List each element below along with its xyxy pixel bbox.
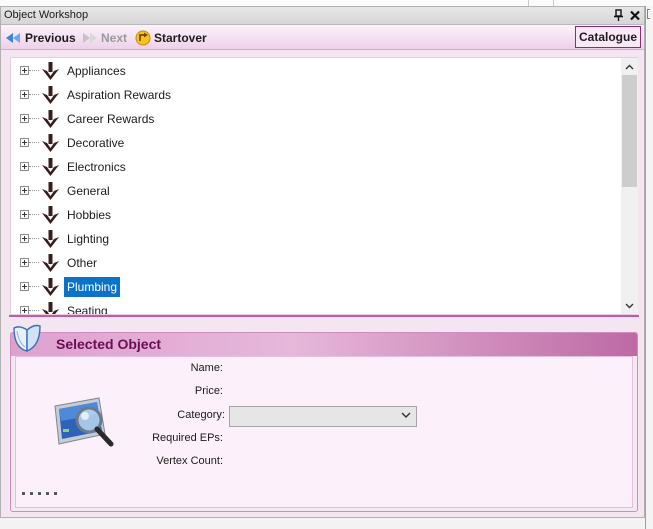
return-arrow-icon [135, 30, 151, 45]
arrow-down-icon [42, 206, 59, 224]
expand-plus-icon[interactable] [20, 162, 29, 171]
category-tree-list: Appliances Aspiration Rewards Career Rewar… [11, 58, 621, 314]
tree-item-label: Hobbies [67, 208, 112, 222]
tree-item-label: General [67, 184, 110, 198]
adjacent-panel-edge [645, 6, 653, 529]
selected-object-title: Selected Object [56, 336, 162, 352]
tree-item[interactable]: Career Rewards [11, 107, 621, 131]
arrow-down-icon [42, 254, 59, 272]
scroll-down-button[interactable] [621, 297, 638, 314]
tree-connector [29, 118, 39, 119]
arrow-down-icon [42, 158, 59, 176]
expand-plus-icon[interactable] [20, 66, 29, 75]
tree-item-label: Decorative [67, 136, 125, 150]
chevron-up-icon [625, 64, 634, 69]
tree-item[interactable]: Seating [11, 299, 621, 314]
expand-plus-icon[interactable] [20, 90, 29, 99]
tree-item[interactable]: Electronics [11, 155, 621, 179]
tree-item-label: Plumbing [64, 277, 121, 297]
open-book-icon [13, 324, 41, 353]
chevron-down-icon [401, 412, 411, 418]
tree-connector [29, 214, 39, 215]
required-eps-label: Required EPs: [152, 432, 223, 444]
wizard-toolbar: Previous Next Startover Catalogue [1, 25, 644, 50]
previous-label: Previous [25, 30, 76, 45]
arrow-down-icon [42, 62, 59, 80]
tree-item[interactable]: Aspiration Rewards [11, 83, 621, 107]
pin-icon [614, 9, 623, 21]
tree-connector [29, 70, 39, 71]
expand-plus-icon[interactable] [20, 258, 29, 267]
title-bar: Object Workshop [1, 7, 644, 25]
tree-connector [29, 94, 39, 95]
tree-item-label: Aspiration Rewards [67, 88, 172, 102]
tree-item[interactable]: Hobbies [11, 203, 621, 227]
tree-item[interactable]: Plumbing [11, 275, 621, 299]
tree-connector [29, 190, 39, 191]
tree-connector [29, 142, 39, 143]
arrow-down-icon [42, 134, 59, 152]
arrow-down-icon [42, 230, 59, 248]
tree-scrollbar[interactable] [621, 58, 638, 314]
tree-item[interactable]: Other [11, 251, 621, 275]
startover-button[interactable]: Startover [134, 29, 207, 46]
arrow-down-icon [42, 110, 59, 128]
chevron-down-icon [625, 303, 634, 308]
previous-button[interactable]: Previous [5, 29, 76, 46]
price-label: Price: [194, 385, 223, 397]
name-label: Name: [190, 362, 223, 374]
tree-item[interactable]: Appliances [11, 59, 621, 83]
selected-object-header: Selected Object [11, 333, 637, 356]
arrow-down-icon [42, 182, 59, 200]
expand-plus-icon[interactable] [20, 210, 29, 219]
next-button[interactable]: Next [81, 29, 127, 46]
category-select[interactable] [229, 406, 417, 427]
vertex-count-label: Vertex Count: [156, 455, 223, 467]
arrow-down-icon [42, 302, 59, 314]
clipped-field-label [22, 492, 72, 495]
category-label: Category: [177, 409, 225, 421]
tree-connector [29, 286, 39, 287]
tree-item-label: Seating [67, 304, 108, 314]
tree-item-label: Electronics [67, 160, 126, 174]
bottom-edge [0, 518, 645, 529]
close-icon [630, 10, 640, 21]
tree-item[interactable]: Lighting [11, 227, 621, 251]
tree-connector [29, 238, 39, 239]
expand-plus-icon[interactable] [20, 234, 29, 243]
expand-plus-icon[interactable] [20, 282, 29, 291]
window-title: Object Workshop [4, 9, 89, 21]
splitter[interactable] [9, 315, 639, 317]
catalogue-button[interactable]: Catalogue [575, 26, 641, 48]
tree-item-label: Appliances [67, 64, 126, 78]
expand-plus-icon[interactable] [20, 306, 29, 314]
double-left-arrow-icon [6, 32, 20, 43]
expand-plus-icon[interactable] [20, 138, 29, 147]
arrow-down-icon [42, 278, 59, 296]
tree-item-label: Other [67, 256, 98, 270]
tree-item[interactable]: Decorative [11, 131, 621, 155]
tree-connector [29, 262, 39, 263]
pin-button[interactable] [611, 8, 627, 23]
tree-connector [29, 166, 39, 167]
tree-item[interactable]: General [11, 179, 621, 203]
expand-plus-icon[interactable] [20, 186, 29, 195]
arrow-down-icon [42, 86, 59, 104]
tree-item-label: Lighting [67, 232, 110, 246]
next-label: Next [101, 30, 128, 45]
tree-item-label: Career Rewards [67, 112, 155, 126]
startover-label: Startover [154, 30, 207, 45]
category-tree: Appliances Aspiration Rewards Career Rewar… [10, 57, 638, 315]
expand-plus-icon[interactable] [20, 114, 29, 123]
scroll-up-button[interactable] [621, 58, 638, 75]
tree-connector [29, 310, 39, 311]
close-button[interactable] [627, 8, 643, 23]
double-right-arrow-icon [83, 32, 97, 43]
scroll-thumb[interactable] [622, 75, 637, 187]
